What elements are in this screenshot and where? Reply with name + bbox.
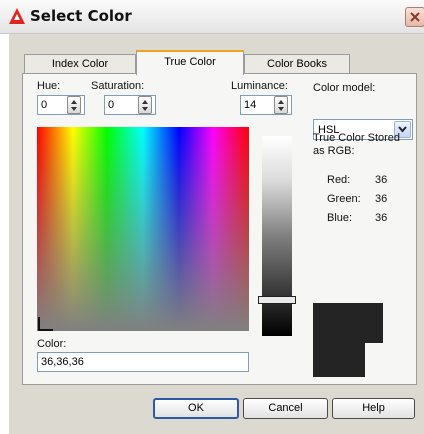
green-label: Green: xyxy=(327,193,361,205)
autocad-logo-icon xyxy=(9,8,25,24)
title-bar: Select Color xyxy=(0,0,424,34)
red-label: Red: xyxy=(327,174,351,186)
true-color-stored-label: True Color Stored as RGB: xyxy=(313,132,401,157)
window-title: Select Color xyxy=(30,7,132,25)
red-value: 36 xyxy=(375,174,388,186)
close-x-icon xyxy=(410,12,420,22)
color-value-input[interactable]: 36,36,36 xyxy=(37,352,249,372)
luminance-label: Luminance: xyxy=(231,80,288,92)
color-label: Color: xyxy=(37,338,67,350)
color-model-label: Color model: xyxy=(313,82,376,94)
luminance-slider-track[interactable] xyxy=(262,136,292,336)
blue-value: 36 xyxy=(375,212,388,224)
hue-saturation-spectrum[interactable] xyxy=(37,127,249,331)
ok-button[interactable]: OK xyxy=(153,398,239,419)
close-button[interactable] xyxy=(405,7,424,27)
hue-spinner[interactable] xyxy=(67,96,81,114)
blue-label: Blue: xyxy=(327,212,353,224)
luminance-slider-thumb[interactable] xyxy=(258,296,296,304)
cancel-button[interactable]: Cancel xyxy=(243,398,328,419)
tab-index-color[interactable]: Index Color xyxy=(24,54,136,74)
saturation-spinner[interactable] xyxy=(138,96,152,114)
tab-color-books[interactable]: Color Books xyxy=(244,54,350,74)
tab-true-color[interactable]: True Color xyxy=(136,50,244,75)
color-preview-swatch xyxy=(313,303,383,377)
saturation-label: Saturation: xyxy=(91,80,145,92)
hue-label: Hue: xyxy=(37,80,61,92)
luminance-spinner[interactable] xyxy=(274,96,288,114)
green-value: 36 xyxy=(375,193,388,205)
crosshair-icon xyxy=(38,317,53,331)
help-button[interactable]: Help xyxy=(332,398,415,419)
